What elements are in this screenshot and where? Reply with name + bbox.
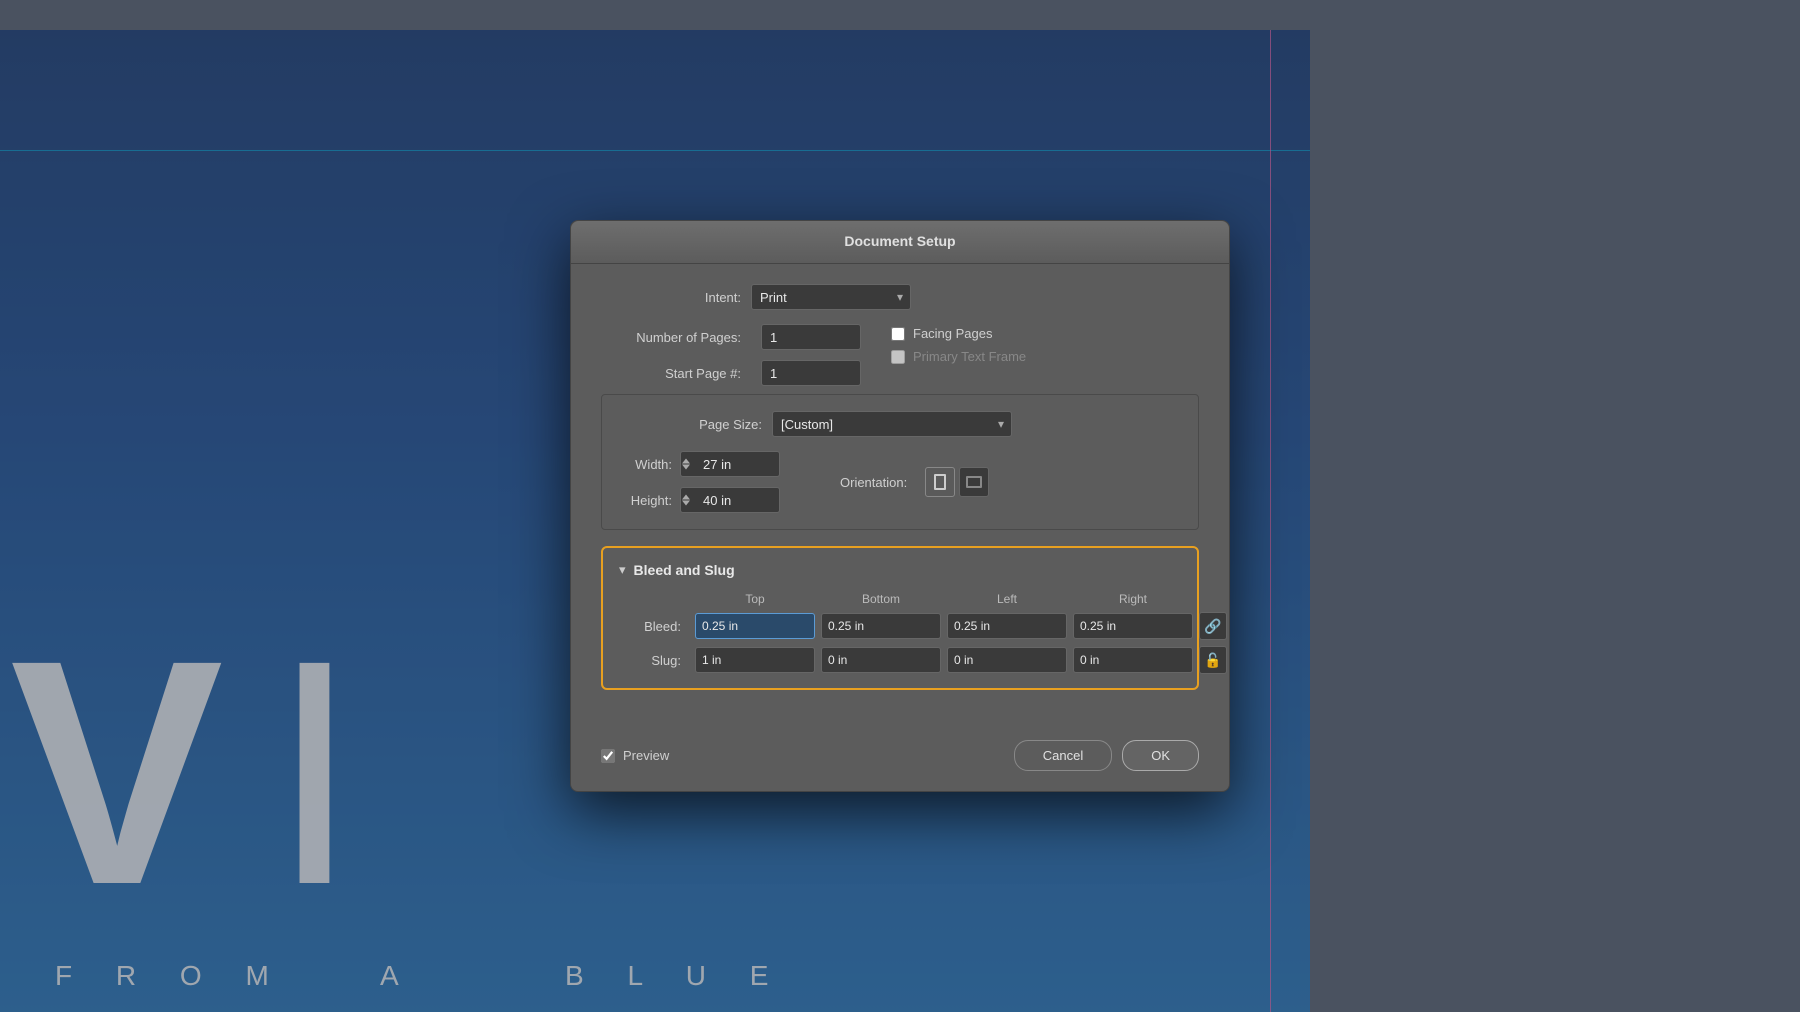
dialog-body: Intent: Print Web Mobile Number of Pages… xyxy=(571,264,1229,726)
height-spinner xyxy=(680,487,780,513)
left-header: Left xyxy=(947,592,1067,606)
num-pages-label: Number of Pages: xyxy=(601,330,741,345)
bleed-bottom-input[interactable] xyxy=(821,613,941,639)
bleed-link-icon[interactable]: 🔗 xyxy=(1199,612,1227,640)
bleed-grid: Top Bottom Left Right Bleed: 🔗 Slug: 🔓 xyxy=(619,592,1181,674)
height-down-arrow[interactable] xyxy=(682,501,690,506)
ok-button[interactable]: OK xyxy=(1122,740,1199,771)
height-field-pair: Height: xyxy=(622,487,780,513)
bleed-slug-header: ▾ Bleed and Slug xyxy=(619,562,1181,578)
slug-link-icon[interactable]: 🔓 xyxy=(1199,646,1227,674)
dialog-titlebar: Document Setup xyxy=(571,221,1229,264)
primary-text-frame-label: Primary Text Frame xyxy=(913,349,1026,364)
bleed-slug-section: ▾ Bleed and Slug Top Bottom Left Right B… xyxy=(601,546,1199,690)
width-spinner-arrows xyxy=(682,459,690,470)
intent-row: Intent: Print Web Mobile xyxy=(601,284,1199,310)
bleed-slug-title: Bleed and Slug xyxy=(634,562,735,578)
primary-text-frame-checkbox[interactable] xyxy=(891,350,905,364)
width-down-arrow[interactable] xyxy=(682,465,690,470)
page-size-section: Page Size: [Custom] Letter Legal Tabloid… xyxy=(601,394,1199,530)
width-spinner xyxy=(680,451,780,477)
checkbox-group: Facing Pages Primary Text Frame xyxy=(891,326,1026,364)
page-size-row: Page Size: [Custom] Letter Legal Tabloid… xyxy=(622,411,1178,437)
slug-right-input[interactable] xyxy=(1073,647,1193,673)
portrait-icon xyxy=(934,474,946,490)
page-size-select[interactable]: [Custom] Letter Legal Tabloid A4 A3 xyxy=(772,411,1012,437)
height-label: Height: xyxy=(622,493,672,508)
height-spinner-arrows xyxy=(682,495,690,506)
slug-bottom-input[interactable] xyxy=(821,647,941,673)
dialog-title: Document Setup xyxy=(844,233,955,249)
bottom-header: Bottom xyxy=(821,592,941,606)
page-size-select-wrapper: [Custom] Letter Legal Tabloid A4 A3 xyxy=(772,411,1012,437)
intent-label: Intent: xyxy=(601,290,741,305)
height-input[interactable] xyxy=(680,487,780,513)
preview-row: Preview xyxy=(601,748,1004,763)
cancel-button[interactable]: Cancel xyxy=(1014,740,1112,771)
width-up-arrow[interactable] xyxy=(682,459,690,464)
landscape-icon xyxy=(966,476,982,488)
bleed-right-input[interactable] xyxy=(1073,613,1193,639)
width-field-pair: Width: xyxy=(622,451,780,477)
num-pages-input[interactable] xyxy=(761,324,861,350)
width-height-orientation-row: Width: Height: xyxy=(622,451,1178,513)
slug-left-input[interactable] xyxy=(947,647,1067,673)
slug-row-label: Slug: xyxy=(619,653,689,668)
pages-facing-row: Number of Pages: Start Page #: Facing Pa… xyxy=(601,324,1199,386)
right-header: Right xyxy=(1073,592,1193,606)
preview-label: Preview xyxy=(623,748,669,763)
bleed-left-input[interactable] xyxy=(947,613,1067,639)
document-setup-dialog: Document Setup Intent: Print Web Mobile … xyxy=(570,220,1230,792)
facing-pages-checkbox[interactable] xyxy=(891,327,905,341)
orientation-group xyxy=(925,467,989,497)
start-page-label: Start Page #: xyxy=(601,366,741,381)
width-label: Width: xyxy=(622,457,672,472)
intent-select[interactable]: Print Web Mobile xyxy=(751,284,911,310)
bleed-slug-toggle[interactable]: ▾ xyxy=(619,562,626,578)
landscape-button[interactable] xyxy=(959,467,989,497)
orientation-label: Orientation: xyxy=(840,475,907,490)
preview-checkbox[interactable] xyxy=(601,749,615,763)
facing-pages-label: Facing Pages xyxy=(913,326,993,341)
dialog-footer: Preview Cancel OK xyxy=(571,726,1229,791)
start-page-input[interactable] xyxy=(761,360,861,386)
facing-pages-row: Facing Pages xyxy=(891,326,1026,341)
slug-top-input[interactable] xyxy=(695,647,815,673)
top-header: Top xyxy=(695,592,815,606)
primary-text-frame-row: Primary Text Frame xyxy=(891,349,1026,364)
portrait-button[interactable] xyxy=(925,467,955,497)
height-up-arrow[interactable] xyxy=(682,495,690,500)
bleed-top-input[interactable] xyxy=(695,613,815,639)
width-input[interactable] xyxy=(680,451,780,477)
bleed-row-label: Bleed: xyxy=(619,619,689,634)
page-size-label: Page Size: xyxy=(622,417,762,432)
intent-select-wrapper: Print Web Mobile xyxy=(751,284,911,310)
